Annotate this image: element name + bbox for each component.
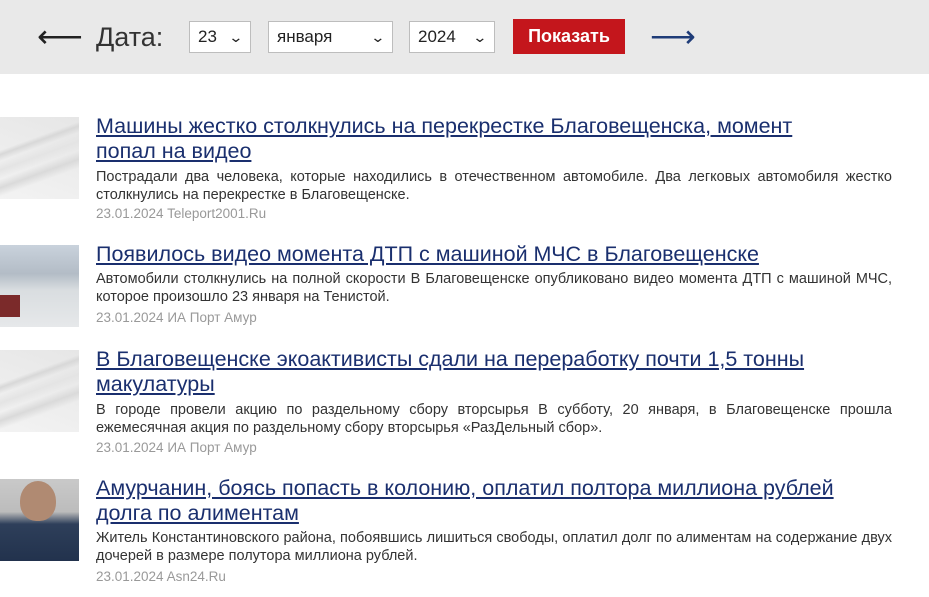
news-title-line: долга по алиментам (96, 501, 299, 525)
chevron-down-icon: ⌄ (370, 29, 386, 45)
news-source: Teleport2001.Ru (167, 206, 267, 221)
next-day-arrow-icon[interactable]: ⟶ (650, 18, 696, 54)
month-select[interactable]: января ⌄ (268, 21, 393, 53)
day-select-value: 23 (198, 27, 217, 46)
news-title-line: В Благовещенске экоактивисты сдали на пе… (96, 347, 805, 371)
news-title-line: попал на видео (96, 139, 252, 163)
news-meta: 23.01.2024 Asn24.Ru (96, 568, 226, 585)
news-date: 23.01.2024 (96, 569, 164, 584)
day-select[interactable]: 23 ⌄ (189, 21, 251, 53)
news-title-line: Машины жестко столкнулись на перекрестке… (96, 114, 793, 138)
news-source: ИА Порт Амур (167, 310, 257, 325)
news-meta: 23.01.2024 ИА Порт Амур (96, 309, 257, 326)
news-date: 23.01.2024 (96, 206, 164, 221)
date-toolbar: ⟵ Дата: 23 ⌄ января ⌄ 2024 ⌄ Показать ⟶ (0, 0, 929, 74)
news-meta: 23.01.2024 Teleport2001.Ru (96, 205, 266, 222)
news-snippet: В городе провели акцию по раздельному сб… (96, 402, 892, 436)
news-source: ИА Порт Амур (167, 440, 257, 455)
news-thumbnail[interactable] (0, 245, 79, 327)
news-date: 23.01.2024 (96, 310, 164, 325)
news-thumbnail[interactable] (0, 350, 79, 432)
news-thumbnail[interactable] (0, 479, 79, 561)
show-button[interactable]: Показать (513, 19, 625, 54)
chevron-down-icon: ⌄ (228, 29, 244, 45)
year-select[interactable]: 2024 ⌄ (409, 21, 495, 53)
news-title-line: Появилось видео момента ДТП с машиной МЧ… (96, 242, 759, 266)
month-select-value: января (277, 27, 333, 46)
prev-day-arrow-icon[interactable]: ⟵ (37, 18, 83, 54)
year-select-value: 2024 (418, 27, 456, 46)
news-title-line: макулатуры (96, 372, 215, 396)
news-snippet: Автомобили столкнулись на полной скорост… (96, 271, 892, 305)
news-meta: 23.01.2024 ИА Порт Амур (96, 439, 257, 456)
news-title-line: Амурчанин, боясь попасть в колонию, опла… (96, 476, 834, 500)
news-date: 23.01.2024 (96, 440, 164, 455)
date-label: Дата: (96, 22, 164, 52)
news-title-link[interactable]: В Благовещенске экоактивисты сдали на пе… (96, 347, 836, 397)
news-snippet: Житель Константиновского района, побоявш… (96, 530, 892, 564)
news-thumbnail[interactable] (0, 117, 79, 199)
news-source: Asn24.Ru (166, 569, 226, 584)
news-title-link[interactable]: Машины жестко столкнулись на перекрестке… (96, 114, 836, 164)
news-snippet: Пострадали два человека, которые находил… (96, 169, 892, 203)
chevron-down-icon: ⌄ (472, 29, 488, 45)
news-title-link[interactable]: Появилось видео момента ДТП с машиной МЧ… (96, 242, 836, 267)
news-title-link[interactable]: Амурчанин, боясь попасть в колонию, опла… (96, 476, 836, 526)
